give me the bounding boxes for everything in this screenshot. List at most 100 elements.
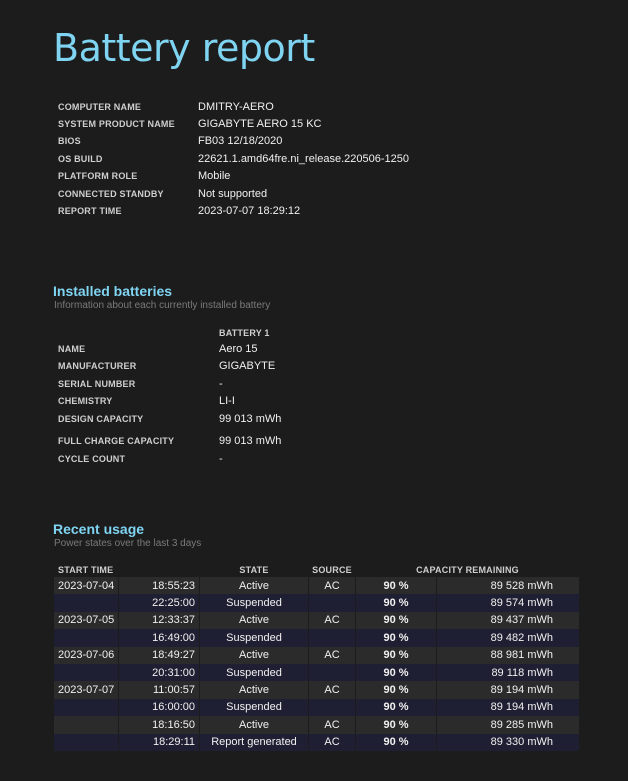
source-header: SOURCE [312,565,352,575]
battery-value: LI-I [219,395,235,408]
usage-source [308,663,356,682]
usage-date [54,698,119,717]
system-value: Not supported [198,187,268,200]
usage-row: 20:31:00 Suspended 90 % 89 118 mWh [54,663,580,682]
usage-source: AC [308,577,356,595]
usage-state: Active [199,611,309,630]
battery-value: - [219,452,223,465]
usage-capacity: 89 118 mWh [436,663,580,682]
battery-value: - [219,377,223,390]
usage-time: 12:33:37 [118,611,200,630]
usage-time: 22:25:00 [118,594,200,612]
state-header: STATE [239,565,269,575]
usage-time: 16:00:00 [118,698,200,717]
usage-state: Suspended [199,663,309,682]
usage-percent: 90 % [355,716,437,734]
start-time-header: START TIME [58,565,114,575]
battery-value: 99 013 mWh [219,435,282,448]
recent-usage-table: START TIME STATE SOURCE CAPACITY REMAINI… [54,563,580,751]
usage-header-row: START TIME STATE SOURCE CAPACITY REMAINI… [54,563,580,577]
usage-state: Active [199,681,309,699]
usage-time: 20:31:00 [118,663,200,682]
usage-capacity: 89 194 mWh [436,681,580,699]
usage-capacity: 89 330 mWh [436,733,580,751]
battery-row: FULL CHARGE CAPACITY 99 013 mWh [58,433,380,451]
system-row: REPORT TIME 2023-07-07 18:29:12 [58,202,409,219]
usage-percent: 90 % [355,681,437,699]
usage-percent: 90 % [355,611,437,630]
usage-body: 2023-07-04 18:55:23 Active AC 90 % 89 528 mWh… [54,577,580,751]
system-value: Mobile [198,170,231,183]
usage-time: 11:00:57 [118,681,200,699]
usage-row: 22:25:00 Suspended 90 % 89 574 mWh [54,594,580,612]
battery-column-header: BATTERY 1 [219,328,270,338]
usage-source: AC [308,716,356,734]
system-value: GIGABYTE AERO 15 KC [198,118,322,131]
usage-source: AC [308,611,356,630]
system-row: PLATFORM ROLE Mobile [58,168,409,185]
usage-percent: 90 % [355,733,437,751]
installed-batteries-heading: Installed batteries [53,283,173,299]
usage-percent: 90 % [355,663,437,682]
usage-capacity: 88 981 mWh [436,646,580,664]
installed-batteries-table: BATTERY 1 NAME Aero 15 MANUFACTURER GIGABY… [58,326,380,468]
usage-date [54,629,119,647]
battery-row: SERIAL NUMBER - [58,375,380,393]
usage-percent: 90 % [355,594,437,612]
usage-date [54,733,119,751]
system-value: DMITRY-AERO [198,100,274,113]
system-label: CONNECTED STANDBY [58,188,164,199]
recent-usage-heading: Recent usage [53,521,145,537]
usage-row: 2023-07-06 18:49:27 Active AC 90 % 88 981 mWh [54,646,580,664]
usage-date: 2023-07-07 [54,681,119,699]
battery-value: Aero 15 [219,342,258,355]
usage-row: 16:00:00 Suspended 90 % 89 194 mWh [54,698,580,717]
usage-row: 18:16:50 Active AC 90 % 89 285 mWh [54,716,580,734]
battery-label: FULL CHARGE CAPACITY [58,436,175,447]
usage-date [54,594,119,612]
usage-row: 18:29:11 Report generated AC 90 % 89 330 mWh [54,733,580,751]
battery-row: NAME Aero 15 [58,340,380,358]
system-row: SYSTEM PRODUCT NAME GIGABYTE AERO 15 KC [58,115,409,132]
system-row: BIOS FB03 12/18/2020 [58,133,409,150]
usage-time: 18:55:23 [118,577,200,595]
system-value: 22621.1.amd64fre.ni_release.220506-1250 [198,152,409,165]
battery-label: NAME [58,343,86,354]
battery-label: SERIAL NUMBER [58,378,136,389]
usage-row: 2023-07-05 12:33:37 Active AC 90 % 89 437 mWh [54,611,580,630]
usage-date [54,663,119,682]
usage-date: 2023-07-05 [54,611,119,630]
capacity-header: CAPACITY REMAINING [416,565,519,575]
usage-capacity: 89 285 mWh [436,716,580,734]
usage-capacity: 89 482 mWh [436,629,580,647]
usage-row: 2023-07-07 11:00:57 Active AC 90 % 89 194 mWh [54,681,580,699]
system-value: 2023-07-07 18:29:12 [198,205,301,218]
battery-value: GIGABYTE [219,360,276,373]
battery-row: MANUFACTURER GIGABYTE [58,358,380,376]
battery-value: 99 013 mWh [219,412,282,425]
system-label: SYSTEM PRODUCT NAME [58,119,175,130]
usage-state: Report generated [199,733,309,751]
usage-date: 2023-07-06 [54,646,119,664]
usage-source [308,594,356,612]
usage-percent: 90 % [355,646,437,664]
usage-capacity: 89 574 mWh [436,594,580,612]
usage-percent: 90 % [355,698,437,717]
usage-time: 18:16:50 [118,716,200,734]
usage-time: 18:29:11 [118,733,200,751]
installed-batteries-subtitle: Information about each currently install… [54,300,271,311]
usage-state: Active [199,577,309,595]
system-info-table: COMPUTER NAME DMITRY-AERO SYSTEM PRODUCT … [58,98,409,220]
usage-state: Suspended [199,698,309,717]
usage-time: 18:49:27 [118,646,200,664]
usage-state: Active [199,646,309,664]
page-title: Battery report [53,26,315,70]
system-row: COMPUTER NAME DMITRY-AERO [58,98,409,115]
usage-source [308,698,356,717]
usage-percent: 90 % [355,629,437,647]
usage-row: 2023-07-04 18:55:23 Active AC 90 % 89 528 mWh [54,577,580,595]
system-row: CONNECTED STANDBY Not supported [58,185,409,202]
battery-row: CYCLE COUNT - [58,450,380,468]
battery-label: CYCLE COUNT [58,453,126,464]
battery-label: CHEMISTRY [58,396,113,407]
